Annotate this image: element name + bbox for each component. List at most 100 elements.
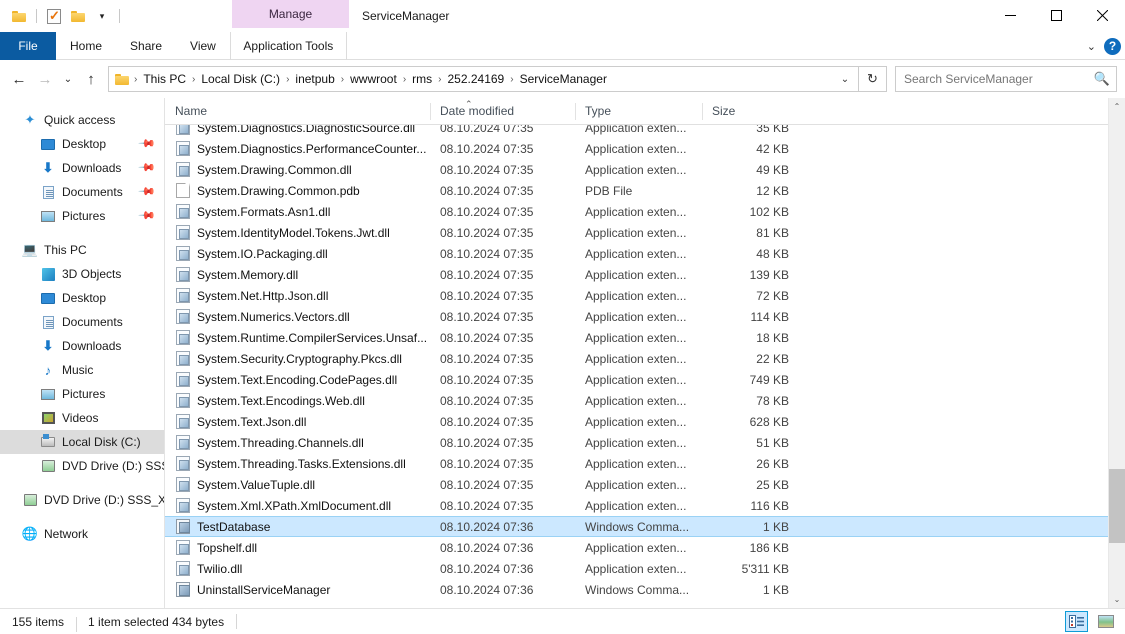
sidebar-group-this-pc[interactable]: 💻 This PC: [0, 238, 164, 262]
close-button[interactable]: [1079, 0, 1125, 30]
help-icon[interactable]: ?: [1104, 37, 1121, 55]
table-row[interactable]: System.Drawing.Common.pdb 08.10.2024 07:3…: [165, 180, 1108, 201]
minimize-button[interactable]: [987, 0, 1033, 30]
breadcrumb-item-servicemanager[interactable]: ServiceManager: [515, 72, 612, 86]
scroll-down-button[interactable]: ⌄: [1109, 591, 1125, 608]
table-row[interactable]: System.Threading.Tasks.Extensions.dll 08.…: [165, 453, 1108, 474]
column-header-date-modified[interactable]: Date modified: [430, 98, 575, 125]
pin-icon[interactable]: 📌: [138, 158, 157, 177]
sidebar-item-documents-pc[interactable]: Documents: [0, 310, 164, 334]
table-row[interactable]: System.Text.Json.dll 08.10.2024 07:35 Appl…: [165, 411, 1108, 432]
tab-view[interactable]: View: [176, 32, 230, 60]
table-row[interactable]: System.Formats.Asn1.dll 08.10.2024 07:35 A…: [165, 201, 1108, 222]
column-header-size[interactable]: Size: [702, 98, 803, 125]
sidebar-item-desktop-pc[interactable]: Desktop: [0, 286, 164, 310]
table-row[interactable]: Twilio.dll 08.10.2024 07:36 Application ex…: [165, 558, 1108, 579]
column-header-type[interactable]: Type: [575, 98, 702, 125]
date-modified-cell: 08.10.2024 07:35: [440, 498, 534, 513]
file-name-cell: System.Net.Http.Json.dll: [165, 288, 430, 303]
table-row[interactable]: System.Text.Encodings.Web.dll 08.10.2024 …: [165, 390, 1108, 411]
table-row[interactable]: System.Xml.XPath.XmlDocument.dll 08.10.20…: [165, 495, 1108, 516]
file-name-text: UninstallServiceManager: [197, 582, 331, 597]
table-row[interactable]: System.Diagnostics.DiagnosticSource.dll 0…: [165, 125, 1108, 138]
up-button[interactable]: ↑: [78, 66, 104, 92]
breadcrumb-item-rms[interactable]: rms: [407, 72, 437, 86]
pin-icon[interactable]: 📌: [138, 206, 157, 225]
sidebar-item-documents[interactable]: Documents 📌: [0, 180, 164, 204]
table-row[interactable]: System.Runtime.CompilerServices.Unsaf...…: [165, 327, 1108, 348]
sidebar-item-videos[interactable]: Videos: [0, 406, 164, 430]
dll-file-icon: [176, 561, 190, 576]
table-row-selected[interactable]: TestDatabase 08.10.2024 07:36 Windows Comm…: [165, 516, 1108, 537]
breadcrumb-item-local-disk[interactable]: Local Disk (C:): [196, 72, 285, 86]
file-name-text: System.Drawing.Common.dll: [197, 162, 352, 177]
table-row[interactable]: System.IdentityModel.Tokens.Jwt.dll 08.10…: [165, 222, 1108, 243]
vertical-scrollbar[interactable]: ⌃ ⌄: [1108, 98, 1125, 608]
table-row[interactable]: System.Drawing.Common.dll 08.10.2024 07:3…: [165, 159, 1108, 180]
address-bar-row: ← → ⌄ ↑ › This PC › Local Disk (C:) › in…: [0, 60, 1125, 98]
tab-file[interactable]: File: [0, 32, 56, 60]
tab-share[interactable]: Share: [116, 32, 176, 60]
address-dropdown-caret[interactable]: ⌄: [834, 67, 856, 91]
table-row[interactable]: Topshelf.dll 08.10.2024 07:36 Application …: [165, 537, 1108, 558]
file-name-cell: System.Drawing.Common.pdb: [165, 183, 430, 198]
details-view-button[interactable]: [1065, 611, 1088, 632]
scrollbar-thumb[interactable]: [1108, 469, 1125, 543]
table-row[interactable]: System.IO.Packaging.dll 08.10.2024 07:35 A…: [165, 243, 1108, 264]
table-row[interactable]: UninstallServiceManager 08.10.2024 07:36 W…: [165, 579, 1108, 600]
breadcrumb-item-inetpub[interactable]: inetpub: [290, 72, 339, 86]
sidebar-item-local-disk-c[interactable]: Local Disk (C:): [0, 430, 164, 454]
tab-home[interactable]: Home: [56, 32, 116, 60]
scrollbar-track[interactable]: [1108, 115, 1125, 591]
large-icons-view-button[interactable]: [1094, 611, 1117, 632]
properties-icon[interactable]: [43, 5, 65, 27]
address-bar[interactable]: › This PC › Local Disk (C:) › inetpub › …: [108, 66, 859, 92]
file-name-cell: System.Memory.dll: [165, 267, 430, 282]
column-header-name[interactable]: Name: [165, 98, 430, 125]
table-row[interactable]: System.Net.Http.Json.dll 08.10.2024 07:35…: [165, 285, 1108, 306]
new-folder-icon[interactable]: [67, 5, 89, 27]
sidebar-item-dvd-drive-d[interactable]: DVD Drive (D:) SSS_X: [0, 454, 164, 478]
sidebar-item-network[interactable]: 🌐 Network: [0, 522, 164, 546]
forward-button[interactable]: →: [32, 66, 58, 92]
maximize-button[interactable]: [1033, 0, 1079, 30]
customize-quick-access-caret[interactable]: ▾: [91, 5, 113, 27]
breadcrumb-item-wwwroot[interactable]: wwwroot: [345, 72, 402, 86]
table-row[interactable]: System.Diagnostics.PerformanceCounter...…: [165, 138, 1108, 159]
breadcrumb-item-version[interactable]: 252.24169: [443, 72, 510, 86]
sidebar-item-dvd-drive-d-root[interactable]: DVD Drive (D:) SSS_X6: [0, 488, 164, 512]
sidebar-item-pictures[interactable]: Pictures 📌: [0, 204, 164, 228]
recent-locations-button[interactable]: ⌄: [58, 66, 78, 92]
chevron-down-icon[interactable]: ⌄: [1087, 40, 1096, 53]
size-cell: 51 KB: [756, 435, 789, 450]
pin-icon[interactable]: 📌: [138, 134, 157, 153]
scroll-up-button[interactable]: ⌃: [1109, 98, 1125, 115]
refresh-button[interactable]: ↻: [859, 66, 887, 92]
table-row[interactable]: System.Memory.dll 08.10.2024 07:35 Applica…: [165, 264, 1108, 285]
table-row[interactable]: System.Text.Encoding.CodePages.dll 08.10.…: [165, 369, 1108, 390]
sidebar-item-music[interactable]: ♪ Music: [0, 358, 164, 382]
size-cell: 25 KB: [756, 477, 789, 492]
table-row[interactable]: System.Security.Cryptography.Pkcs.dll 08.…: [165, 348, 1108, 369]
search-input[interactable]: Search ServiceManager: [904, 72, 1094, 86]
table-row[interactable]: System.ValueTuple.dll 08.10.2024 07:35 App…: [165, 474, 1108, 495]
sidebar-item-3d-objects[interactable]: 3D Objects: [0, 262, 164, 286]
breadcrumb-item-this-pc[interactable]: This PC: [138, 72, 191, 86]
pin-icon[interactable]: 📌: [138, 182, 157, 201]
tab-application-tools[interactable]: Application Tools: [229, 32, 347, 60]
sidebar-item-downloads[interactable]: ⬇ Downloads 📌: [0, 156, 164, 180]
file-explorer-window: ▾ Manage ServiceManager: [0, 0, 1125, 634]
column-header-label: Size: [712, 104, 736, 118]
sidebar-item-desktop[interactable]: Desktop 📌: [0, 132, 164, 156]
contextual-tab-manage[interactable]: Manage: [232, 0, 349, 28]
folder-icon[interactable]: [8, 5, 30, 27]
file-name-cell: TestDatabase: [165, 519, 430, 534]
sidebar-group-quick-access[interactable]: ✦ Quick access: [0, 108, 164, 132]
sidebar-item-downloads-pc[interactable]: ⬇ Downloads: [0, 334, 164, 358]
table-row[interactable]: System.Threading.Channels.dll 08.10.2024 …: [165, 432, 1108, 453]
type-cell: PDB File: [585, 183, 633, 198]
search-box[interactable]: Search ServiceManager 🔍: [895, 66, 1117, 92]
sidebar-item-pictures-pc[interactable]: Pictures: [0, 382, 164, 406]
table-row[interactable]: System.Numerics.Vectors.dll 08.10.2024 07…: [165, 306, 1108, 327]
back-button[interactable]: ←: [6, 66, 32, 92]
